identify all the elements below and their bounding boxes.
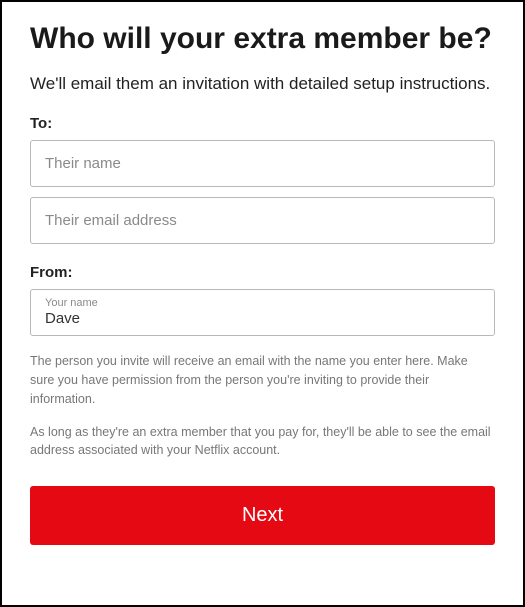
next-button[interactable]: Next <box>30 486 495 545</box>
your-name-floating-label: Your name <box>45 297 480 309</box>
page-title: Who will your extra member be? <box>30 20 495 58</box>
to-label: To: <box>30 115 495 132</box>
page-subtitle: We'll email them an invitation with deta… <box>30 72 495 96</box>
their-email-input[interactable] <box>30 197 495 244</box>
your-name-input[interactable] <box>45 310 480 327</box>
your-name-field[interactable]: Your name <box>30 289 495 336</box>
disclaimer-permission: The person you invite will receive an em… <box>30 352 495 408</box>
from-label: From: <box>30 264 495 281</box>
their-name-input[interactable] <box>30 140 495 187</box>
disclaimer-email-visibility: As long as they're an extra member that … <box>30 423 495 461</box>
extra-member-form: Who will your extra member be? We'll ema… <box>30 20 495 545</box>
